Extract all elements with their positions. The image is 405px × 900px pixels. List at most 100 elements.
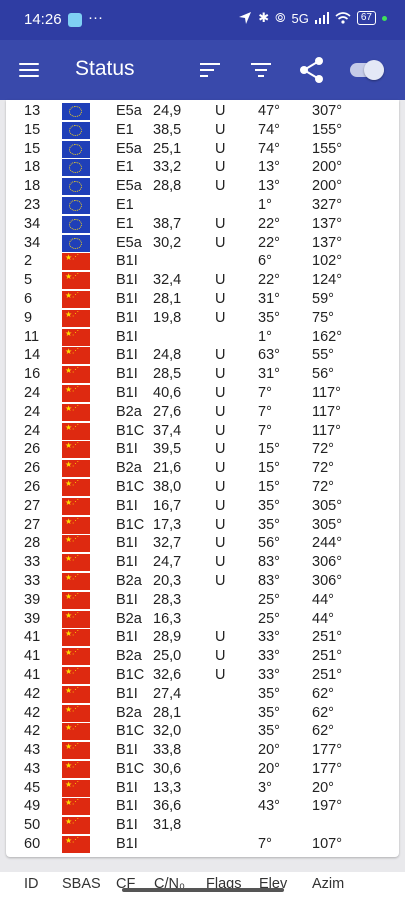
- cell-cn0: 32,0: [153, 723, 182, 740]
- cell-elev: 7°: [258, 403, 272, 420]
- page-title: Status: [75, 57, 135, 80]
- table-row: 26 B1I 39,5 U 15° 72°: [6, 440, 399, 459]
- filter-icon[interactable]: [250, 62, 272, 78]
- share-icon[interactable]: [298, 56, 326, 84]
- cell-id: 41: [24, 648, 41, 665]
- cell-id: 9: [24, 309, 33, 326]
- cell-cf: B1C: [116, 478, 145, 495]
- cell-cf: B1I: [116, 779, 138, 796]
- cell-flags: U: [215, 535, 226, 552]
- header-id: ID: [24, 876, 39, 892]
- cell-azim: 59°: [312, 290, 334, 307]
- cell-id: 41: [24, 629, 41, 646]
- table-row: 5 B1I 32,4 U 22° 124°: [6, 271, 399, 290]
- cell-elev: 33°: [258, 666, 280, 683]
- cell-elev: 25°: [258, 591, 280, 608]
- cell-cf: B2a: [116, 403, 142, 420]
- cell-flags: U: [215, 140, 226, 157]
- cell-azim: 137°: [312, 215, 342, 232]
- cell-id: 13: [24, 103, 41, 119]
- cell-cn0: 33,2: [153, 159, 182, 176]
- eu-flag-icon: [62, 121, 90, 139]
- cell-azim: 177°: [312, 742, 342, 759]
- cell-cn0: 28,9: [153, 629, 182, 646]
- table-row: 24 B2a 27,6 U 7° 117°: [6, 403, 399, 422]
- cell-id: 18: [24, 159, 41, 176]
- bluetooth-icon: ✱: [258, 10, 270, 25]
- cell-cf: B1I: [116, 366, 138, 383]
- china-flag-icon: [62, 403, 90, 421]
- cell-elev: 35°: [258, 309, 280, 326]
- cell-elev: 35°: [258, 685, 280, 702]
- china-flag-icon: [62, 629, 90, 647]
- cell-id: 34: [24, 215, 41, 232]
- cell-cn0: 28,1: [153, 704, 182, 721]
- eu-flag-icon: [62, 215, 90, 233]
- china-flag-icon: [62, 478, 90, 496]
- cell-elev: 47°: [258, 103, 280, 119]
- cell-cf: B2a: [116, 704, 142, 721]
- table-row: 34 E5a 30,2 U 22° 137°: [6, 234, 399, 253]
- gesture-nav-bar[interactable]: [122, 888, 284, 892]
- cell-elev: 63°: [258, 347, 280, 364]
- cell-azim: 137°: [312, 234, 342, 251]
- cell-cf: B1C: [116, 516, 145, 533]
- cell-elev: 1°: [258, 328, 272, 345]
- china-flag-icon: [62, 535, 90, 553]
- cell-id: 16: [24, 366, 41, 383]
- cell-cn0: 20,3: [153, 572, 182, 589]
- cell-cf: B1I: [116, 742, 138, 759]
- table-row: 42 B2a 28,1 35° 62°: [6, 704, 399, 723]
- cell-cn0: 28,8: [153, 178, 182, 195]
- cell-cn0: 32,7: [153, 535, 182, 552]
- cell-azim: 107°: [312, 836, 342, 853]
- cell-flags: U: [215, 103, 226, 119]
- cell-id: 6: [24, 290, 33, 307]
- table-row: 26 B2a 21,6 U 15° 72°: [6, 459, 399, 478]
- table-row: 23 E1 1° 327°: [6, 196, 399, 215]
- china-flag-icon: [62, 328, 90, 346]
- cell-azim: 124°: [312, 272, 342, 289]
- satellite-table: 13 E5a 24,9 U 47° 307° 15 E1 38,5 U 74° 155° 15 E5a 25…: [6, 102, 399, 854]
- china-flag-icon: [62, 497, 90, 515]
- cell-cn0: 39,5: [153, 441, 182, 458]
- sort-icon[interactable]: [199, 62, 221, 78]
- toggle-switch[interactable]: [350, 59, 385, 81]
- privacy-dot-icon: [382, 15, 387, 21]
- cell-cn0: 33,8: [153, 742, 182, 759]
- battery-indicator: 67: [356, 11, 376, 25]
- cell-cn0: 24,7: [153, 554, 182, 571]
- cell-azim: 305°: [312, 516, 342, 533]
- cell-id: 26: [24, 441, 41, 458]
- cell-elev: 35°: [258, 497, 280, 514]
- clock: 14:26: [24, 11, 62, 28]
- cell-id: 24: [24, 403, 41, 420]
- cell-azim: 305°: [312, 497, 342, 514]
- cell-cn0: 21,6: [153, 460, 182, 477]
- table-row: 33 B1I 24,7 U 83° 306°: [6, 553, 399, 572]
- menu-icon[interactable]: [19, 63, 39, 78]
- cell-azim: 20°: [312, 779, 334, 796]
- system-icons: ✱ ⦾ 5G 67: [238, 10, 387, 26]
- table-row: 43 B1I 33,8 20° 177°: [6, 741, 399, 760]
- cell-elev: 35°: [258, 516, 280, 533]
- cell-id: 23: [24, 196, 41, 213]
- cell-cf: B1I: [116, 290, 138, 307]
- table-row: 50 B1I 31,8: [6, 816, 399, 835]
- cell-azim: 72°: [312, 441, 334, 458]
- eu-flag-icon: [62, 103, 90, 120]
- cell-elev: 35°: [258, 723, 280, 740]
- cell-cn0: 38,7: [153, 215, 182, 232]
- table-row: 39 B2a 16,3 25° 44°: [6, 610, 399, 629]
- cell-azim: 155°: [312, 140, 342, 157]
- china-flag-icon: [62, 366, 90, 384]
- cell-flags: U: [215, 422, 226, 439]
- network-label: 5G: [291, 10, 309, 26]
- toggle-knob: [364, 60, 384, 80]
- cell-cf: B1I: [116, 629, 138, 646]
- cell-cf: E1: [116, 215, 134, 232]
- cell-azim: 44°: [312, 610, 334, 627]
- cell-cn0: 31,8: [153, 817, 182, 834]
- china-flag-icon: [62, 347, 90, 365]
- cell-azim: 155°: [312, 121, 342, 138]
